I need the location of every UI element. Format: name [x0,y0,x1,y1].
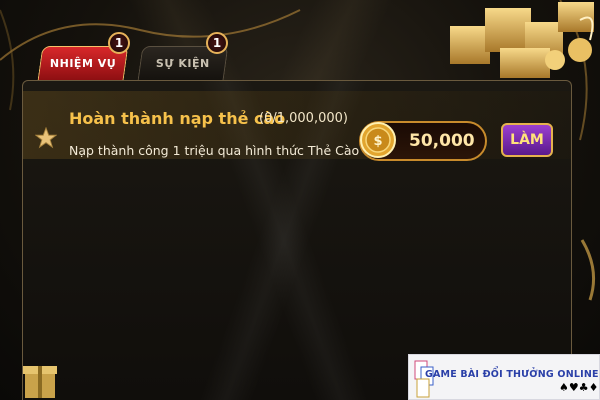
reward-box: $ 50,000 [359,121,487,161]
tab-su-kien-label: SỰ KIỆN [156,57,210,70]
mission-panel: Hoàn thành nạp thẻ cào (0/1,000,000) Nạp… [22,80,572,400]
gift-boxes-icon [450,2,594,78]
tab-nhiem-vu-label: NHIỆM VỤ [49,57,117,70]
mission-title: Hoàn thành nạp thẻ cào [69,109,286,128]
reward-value: 50,000 [409,131,475,151]
star-icon [35,127,57,149]
watermark-text: GAME BÀI ĐỔI THƯỞNG ONLINE [425,369,599,380]
tab-nhiem-vu-badge: 1 [108,32,130,54]
mission-progress: (0/1,000,000) [259,111,348,126]
playing-card-suits-icon: ♠♥♣♦ [559,381,599,394]
mission-description: Nạp thành công 1 triệu qua hình thức Thẻ… [69,143,360,158]
do-mission-button[interactable]: LÀM [501,123,553,157]
coin-icon: $ [360,122,396,158]
gift-box-icon [23,366,57,398]
svg-text:$: $ [373,134,382,149]
mission-item: Hoàn thành nạp thẻ cào (0/1,000,000) Nạp… [23,91,571,161]
watermark-logo: GAME BÀI ĐỔI THƯỞNG ONLINE ♠♥♣♦ [408,354,600,400]
tab-su-kien-badge: 1 [206,32,228,54]
